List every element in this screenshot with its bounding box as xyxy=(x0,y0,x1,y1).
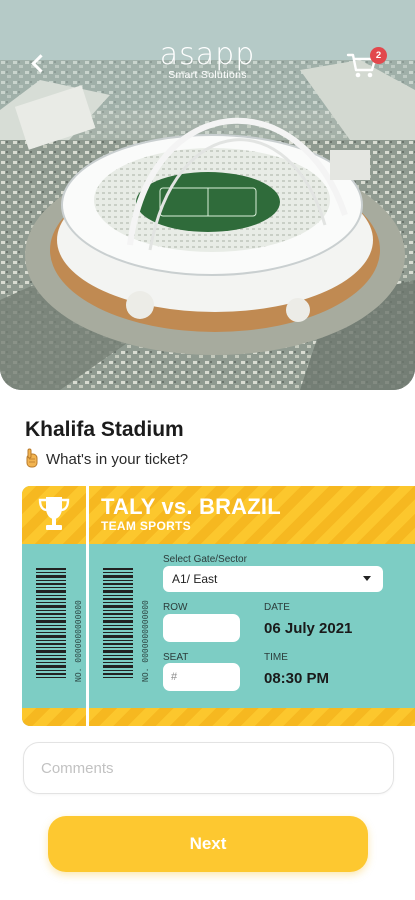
stadium-hero-image: asapp Smart Solutions 2 xyxy=(0,0,415,390)
ticket-footer-band xyxy=(89,708,415,726)
cart-button[interactable]: 2 xyxy=(346,47,387,86)
cart-count-badge: 2 xyxy=(370,47,387,64)
date-value: 06 July 2021 xyxy=(264,620,353,637)
ticket-body: TALY vs. BRAZIL TEAM SPORTS NO. 00000000… xyxy=(89,486,415,726)
stub-footer-band xyxy=(22,708,86,726)
back-button[interactable] xyxy=(22,46,52,80)
row-label: ROW xyxy=(163,602,188,613)
chevron-left-icon xyxy=(30,53,50,73)
ticket-barcode: NO. 0000000000000 xyxy=(103,568,150,688)
gate-sector-select[interactable]: A1/ East xyxy=(163,566,383,592)
top-navigation-bar: asapp Smart Solutions 2 xyxy=(0,0,415,110)
dropdown-arrow-icon xyxy=(363,576,371,581)
row-input[interactable] xyxy=(163,614,240,642)
match-category: TEAM SPORTS xyxy=(101,519,191,533)
gate-sector-value: A1/ East xyxy=(172,572,218,586)
ticket-stub: NO. 0000000000000 xyxy=(22,486,86,726)
hand-icon xyxy=(26,448,38,468)
seat-input[interactable] xyxy=(163,663,240,691)
barcode-graphic xyxy=(103,568,133,678)
logo-tagline: Smart Solutions xyxy=(168,69,247,81)
logo-wordmark: asapp xyxy=(159,37,256,72)
comments-input[interactable] xyxy=(23,742,394,794)
date-label: DATE xyxy=(264,602,290,613)
barcode-graphic xyxy=(36,568,66,678)
gate-sector-label: Select Gate/Sector xyxy=(163,554,247,565)
ticket-hint: What's in your ticket? xyxy=(24,448,188,470)
ticket-card: NO. 0000000000000 TALY vs. BRAZIL TEAM S… xyxy=(22,486,415,726)
app-logo: asapp Smart Solutions xyxy=(120,37,295,82)
seat-label: SEAT xyxy=(163,652,189,663)
stub-barcode-number: NO. 0000000000000 xyxy=(74,600,83,682)
ticket-hint-text: What's in your ticket? xyxy=(46,450,189,468)
trophy-icon xyxy=(38,497,70,530)
time-value: 08:30 PM xyxy=(264,670,330,687)
next-button[interactable]: Next xyxy=(48,816,368,872)
stub-barcode: NO. 0000000000000 xyxy=(36,568,83,688)
venue-title: Khalifa Stadium xyxy=(25,418,184,441)
match-title: TALY vs. BRAZIL xyxy=(101,494,281,519)
ticket-barcode-number: NO. 0000000000000 xyxy=(141,600,150,682)
time-label: TIME xyxy=(264,652,288,663)
